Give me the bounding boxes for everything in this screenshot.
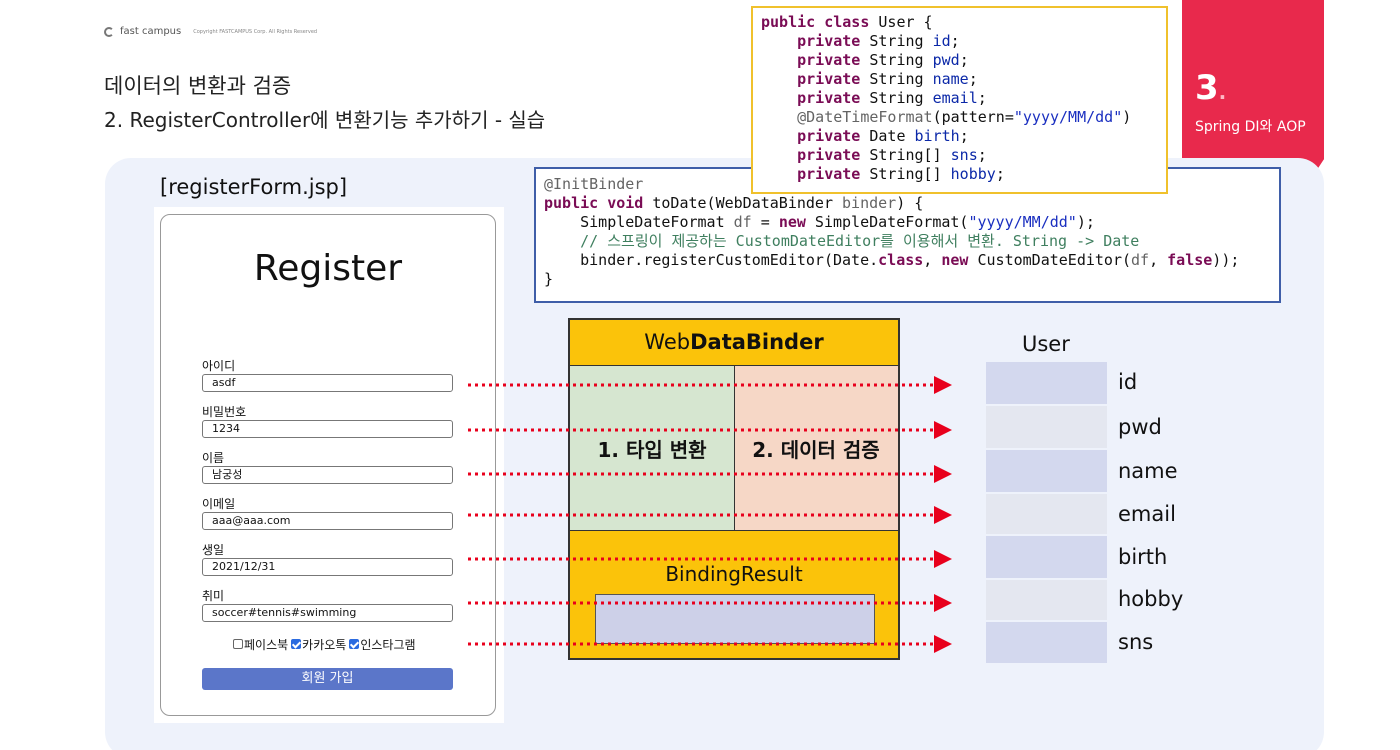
user-cell-pwd [986, 406, 1107, 448]
user-object-title: User [1022, 332, 1070, 356]
user-prop-id: id [1118, 370, 1138, 394]
arrow-birth [468, 550, 952, 568]
user-prop-email: email [1118, 502, 1176, 526]
user-cell-birth [986, 536, 1107, 578]
user-cell-name [986, 450, 1107, 492]
binding-arrows [468, 376, 952, 653]
arrow-hobby [468, 594, 952, 612]
user-prop-hobby: hobby [1118, 587, 1184, 611]
arrow-id [468, 376, 952, 394]
user-prop-birth: birth [1118, 545, 1168, 569]
arrow-name [468, 465, 952, 483]
user-cell-hobby [986, 580, 1107, 620]
user-class-code: public class User { private String id; p… [751, 6, 1168, 194]
user-prop-sns: sns [1118, 630, 1154, 654]
arrow-email [468, 506, 952, 524]
user-prop-name: name [1118, 459, 1178, 483]
user-cell-email [986, 494, 1107, 534]
user-prop-pwd: pwd [1118, 415, 1162, 439]
arrow-pwd [468, 421, 952, 439]
user-cell-sns [986, 622, 1107, 663]
user-cell-id [986, 362, 1107, 404]
arrow-sns [468, 635, 952, 653]
